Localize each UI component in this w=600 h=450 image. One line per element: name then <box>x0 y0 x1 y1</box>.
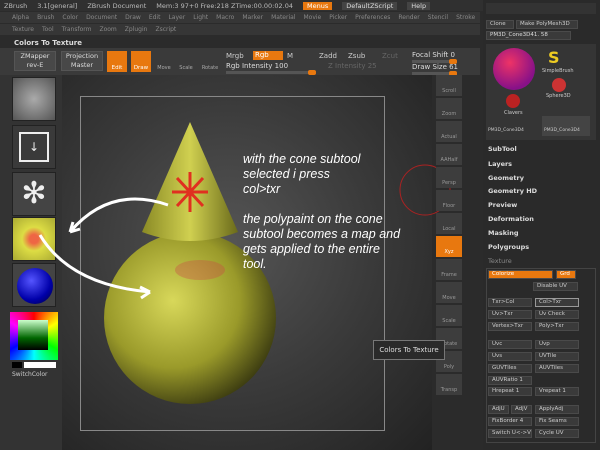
tool-name-slider[interactable]: PM3D_Cone3D41. 58 <box>486 31 571 40</box>
uvp-button[interactable]: Uvp <box>535 340 579 349</box>
hrepeat-button[interactable]: Hrepeat 1 <box>488 387 532 396</box>
clone-button[interactable]: Clone <box>486 20 514 29</box>
adju-button[interactable]: AdjU <box>488 405 509 414</box>
annotation-line: selected i press <box>243 167 330 181</box>
view-button-scroll[interactable]: Scroll <box>436 75 462 96</box>
annotation: with the cone subtool selected i press c… <box>243 152 400 272</box>
adjv-button[interactable]: AdjV <box>511 405 532 414</box>
tool-thumbnails: S SimpleBrush Sphere3D Clavers PM3D_Cone… <box>486 44 596 140</box>
view-button-floor[interactable]: Floor <box>436 190 462 211</box>
section-geometry-hd[interactable]: Geometry HD <box>488 187 537 195</box>
sphere3d-icon[interactable] <box>552 78 566 92</box>
view-button-local[interactable]: Local <box>436 213 462 234</box>
tool-label: Clavers <box>504 110 523 116</box>
annotation-line: tool. <box>243 257 267 271</box>
auvtiles-button[interactable]: AUVTiles <box>535 364 579 373</box>
tool-label: Sphere3D <box>546 93 571 99</box>
annotation-line: the polypaint on the cone <box>243 212 383 226</box>
view-button-frame[interactable]: Frame <box>436 259 462 280</box>
vertex-txr-button[interactable]: Vertex>Txr <box>488 322 532 331</box>
annotation-line: with the cone subtool <box>243 152 361 166</box>
make-polymesh-button[interactable]: Make PolyMesh3D <box>516 20 578 29</box>
auvratio-button[interactable]: AUVRatio 1 <box>488 376 532 385</box>
view-button-persp[interactable]: Persp <box>436 167 462 188</box>
section-geometry[interactable]: Geometry <box>488 174 524 182</box>
section-deformation[interactable]: Deformation <box>488 215 534 223</box>
disable-uv-button[interactable]: Disable UV <box>533 282 578 291</box>
tool-label: SimpleBrush <box>542 68 574 74</box>
annotation-line: gets applied to the entire <box>243 242 380 256</box>
section-preview[interactable]: Preview <box>488 201 517 209</box>
view-button-transp[interactable]: Transp <box>436 374 462 395</box>
section-masking[interactable]: Masking <box>488 229 519 237</box>
tooltip: Colors To Texture <box>373 340 445 360</box>
uv-txr-button[interactable]: Uv>Txr <box>488 310 532 319</box>
vrepeat-button[interactable]: Vrepeat 1 <box>535 387 579 396</box>
tool-label: PM3D_Cone3D4 <box>544 128 580 133</box>
uv-check-button[interactable]: Uv Check <box>535 310 579 319</box>
section-layers[interactable]: Layers <box>488 160 512 168</box>
tool-thumbnail-cone[interactable]: PM3D_Cone3D4 <box>542 116 590 136</box>
fixborder-button[interactable]: FixBorder 4 <box>488 417 532 426</box>
annotation-line: col>txr <box>243 182 281 196</box>
clavers-icon[interactable] <box>506 94 520 108</box>
tool-thumbnail-current[interactable] <box>493 48 535 90</box>
tool-label: PM3D_Cone3D4 <box>488 128 524 133</box>
section-polygroups[interactable]: Polygroups <box>488 243 529 251</box>
col-txr-button[interactable]: Col>Txr <box>535 298 579 307</box>
view-button-scale[interactable]: Scale <box>436 305 462 326</box>
simplebrush-icon[interactable]: S <box>548 48 560 67</box>
view-button-actual[interactable]: Actual <box>436 121 462 142</box>
section-texture[interactable]: Texture <box>488 257 512 265</box>
poly-txr-button[interactable]: Poly>Txr <box>535 322 579 331</box>
fix-seams-button[interactable]: Fix Seams <box>535 417 579 426</box>
guvtiles-button[interactable]: GUVTiles <box>488 364 532 373</box>
view-button-move[interactable]: Move <box>436 282 462 303</box>
tool-palette: Clone Make PolyMesh3D PM3D_Cone3D41. 58 … <box>483 0 600 450</box>
uvs-button[interactable]: Uvs <box>488 352 532 361</box>
annotation-line: subtool becomes a map and <box>243 227 401 241</box>
switch-uv-button[interactable]: Switch U<->V <box>488 429 532 438</box>
uvtile-button[interactable]: UVTile <box>535 352 579 361</box>
palette-icons[interactable] <box>486 3 596 14</box>
colorize-button[interactable]: Colorize <box>488 270 553 279</box>
section-subtool[interactable]: SubTool <box>488 145 517 153</box>
grd-button[interactable]: Grd <box>556 270 576 279</box>
applyadj-button[interactable]: ApplyAdj <box>535 405 579 414</box>
view-button-zoom[interactable]: Zoom <box>436 98 462 119</box>
view-button-aahalf[interactable]: AAHalf <box>436 144 462 165</box>
uvc-button[interactable]: Uvc <box>488 340 532 349</box>
txr-col-button[interactable]: Txr>Col <box>488 298 532 307</box>
cycle-uv-button[interactable]: Cycle UV <box>535 429 579 438</box>
view-button-xyz[interactable]: Xyz <box>436 236 462 257</box>
